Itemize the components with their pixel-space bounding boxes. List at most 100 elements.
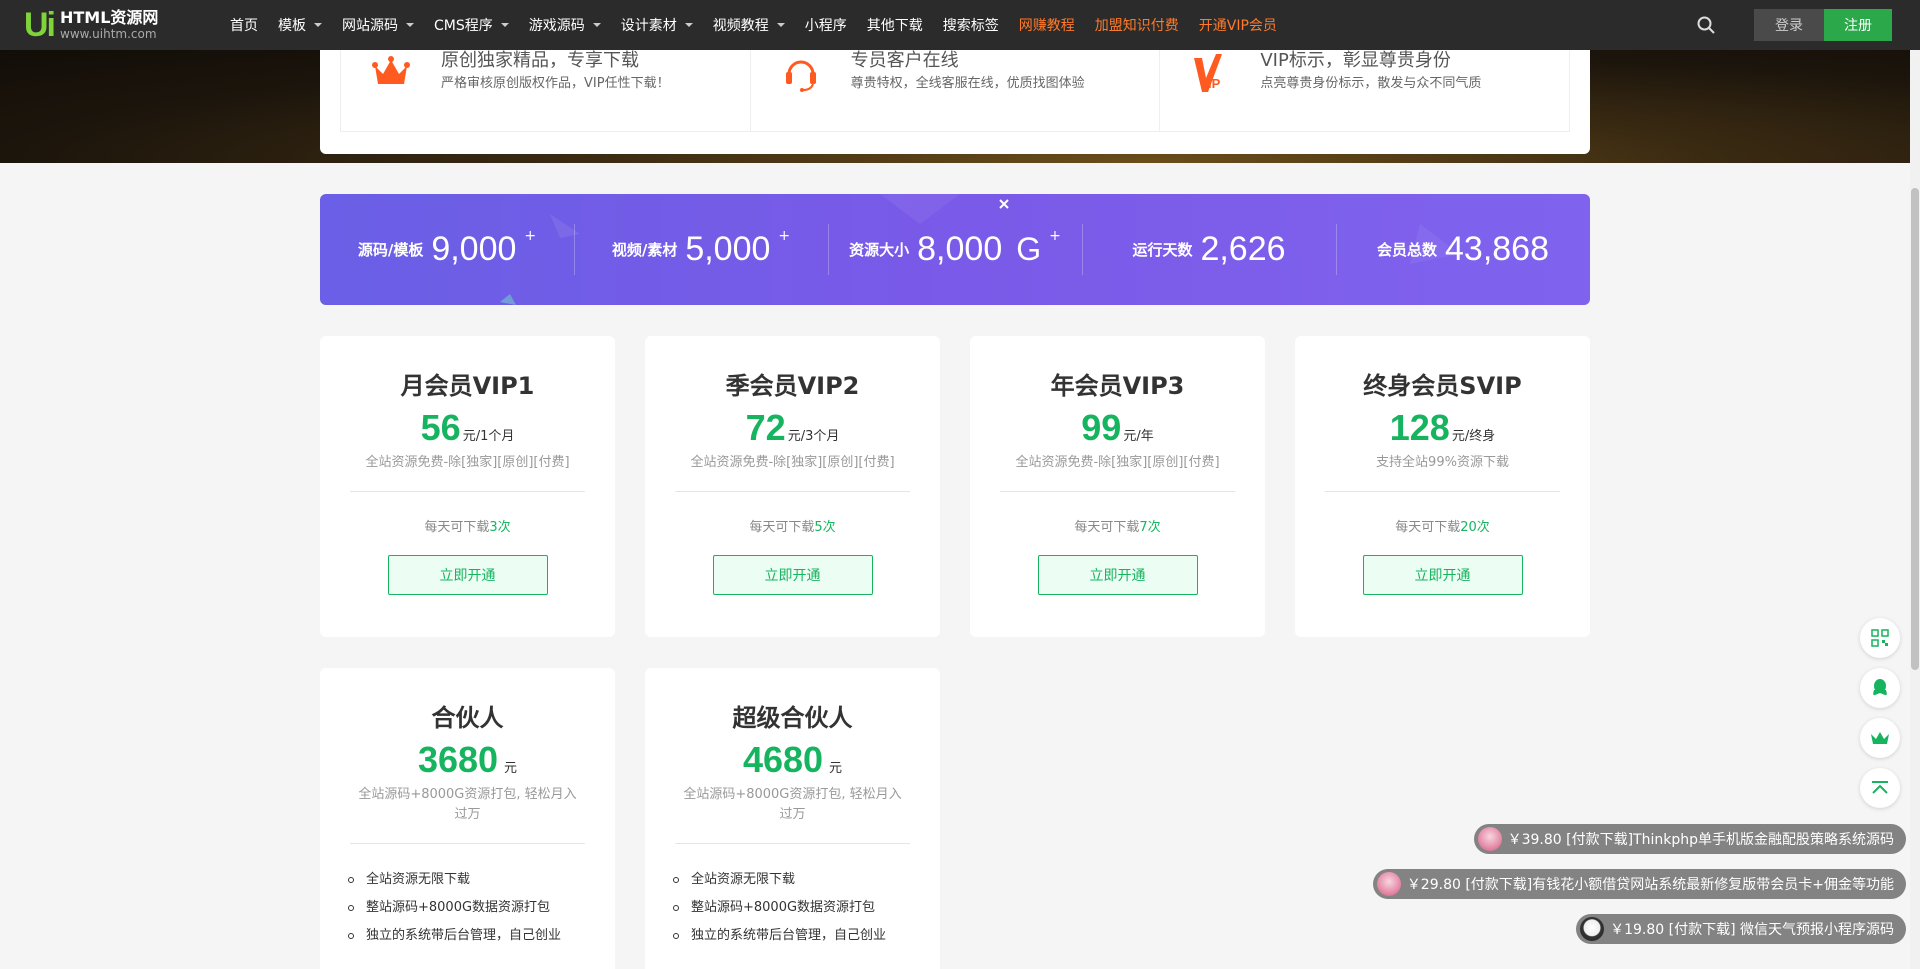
main-menu: 首页 模板 网站源码 CMS程序 游戏源码 设计素材 视频教程 小程序 其他下载 搜索标签 网赚教程… (230, 0, 1297, 50)
nav-item[interactable]: 模板 (278, 15, 322, 35)
user-avatar (1580, 917, 1605, 941)
nav-item[interactable]: 首页 (230, 15, 258, 35)
qrcode-icon (1871, 629, 1889, 647)
nav-item[interactable]: 设计素材 (621, 15, 693, 35)
daily-count: 7次 (1139, 520, 1161, 535)
plan-daily-limit: 每天可下载3次 (320, 516, 615, 535)
activate-button[interactable]: 立即开通 (1362, 555, 1523, 595)
stat-unit: G (1016, 231, 1042, 267)
plan-feature: 全站资源无限下载 (673, 866, 940, 894)
divider (675, 491, 910, 492)
nav-item[interactable]: 视频教程 (713, 15, 785, 35)
logo-mark: Ui (24, 6, 56, 44)
purchase-notification[interactable]: ￥19.80 [付款下载] 微信天气预报小程序源码 (1576, 914, 1906, 944)
nav-item[interactable]: 网赚教程 (1019, 15, 1075, 35)
chevron-down-icon (314, 23, 322, 27)
activate-button[interactable]: 立即开通 (1037, 555, 1198, 595)
daily-count: 5次 (814, 520, 836, 535)
stat-plus: + (524, 227, 537, 244)
plan-price: 128 元/终身 (1295, 407, 1590, 449)
nav-item[interactable]: 其他下载 (867, 15, 923, 35)
plan-feature-list: 全站资源无限下载 整站源码+8000G数据资源打包 独立的系统带后台管理，自己创业 (645, 866, 940, 950)
plan-price: 72 元/3个月 (645, 407, 940, 449)
plan-title: 超级合伙人 (732, 704, 853, 732)
notification-text: ￥19.80 [付款下载] 微信天气预报小程序源码 (1610, 922, 1894, 938)
activate-button[interactable]: 立即开通 (712, 555, 873, 595)
divider (350, 843, 585, 844)
feature-desc: 尊贵特权，全线客服在线，优质找图体验 (850, 76, 1085, 91)
plan-feature: 独立的系统带后台管理，自己创业 (348, 922, 615, 950)
register-button[interactable]: 注册 (1824, 9, 1892, 41)
activate-button[interactable]: 立即开通 (387, 555, 548, 595)
daily-count: 20次 (1460, 520, 1490, 535)
bullet-icon (673, 877, 679, 883)
search-icon[interactable] (1696, 15, 1716, 35)
user-avatar (1477, 827, 1502, 851)
nav-item[interactable]: 加盟知识付费 (1095, 15, 1179, 35)
plan-unit: 元/终身 (1451, 429, 1496, 444)
back-to-top-button[interactable] (1860, 768, 1900, 808)
nav-item-label: 网站源码 (342, 18, 398, 34)
nav-item-label: 小程序 (804, 18, 847, 34)
plan-feature: 全站资源无限下载 (348, 866, 615, 894)
plan-title: 合伙人 (431, 704, 504, 732)
vip-plan-card: 季会员VIP2 72 元/3个月 全站资源免费-除[独家][原创][付费] 每天可下载5… (645, 336, 940, 637)
page-scrollbar[interactable] (1910, 50, 1920, 969)
nav-item-label: 模板 (278, 18, 306, 34)
plan-title: 月会员VIP1 (400, 372, 535, 400)
plan-unit: 元/1个月 (462, 429, 515, 444)
plan-title: 终身会员SVIP (1363, 372, 1522, 400)
bullet-icon (348, 933, 354, 939)
vip-icon: IP (1194, 54, 1223, 92)
user-avatar (1376, 872, 1401, 896)
nav-item[interactable]: 开通VIP会员 (1199, 15, 1277, 35)
stat-label: 源码/模板 (357, 241, 424, 259)
nav-item-label: 视频教程 (712, 18, 769, 34)
vip-button[interactable] (1860, 718, 1900, 758)
plan-desc: 全站源码+8000G资源打包, 轻松月入过万 (683, 787, 902, 822)
qq-button[interactable] (1860, 668, 1900, 708)
nav-item-label: 游戏源码 (528, 18, 585, 34)
notification-text: ￥29.80 [付款下载]有钱花小额借贷网站系统最新修复版带会员卡+佣金等功能 (1406, 877, 1894, 893)
login-button[interactable]: 登录 (1754, 9, 1824, 41)
site-logo[interactable]: Ui HTML资源网 www.uihtm.com (24, 8, 204, 42)
nav-item-label: 首页 (230, 18, 258, 34)
headset-icon (785, 60, 816, 92)
plan-amount: 99 (1081, 407, 1122, 448)
nav-item[interactable]: 搜索标签 (943, 15, 999, 35)
nav-item-label: 加盟知识付费 (1094, 18, 1179, 34)
top-navbar: Ui HTML资源网 www.uihtm.com 首页 模板 网站源码 CMS程序 游戏… (0, 0, 1920, 50)
feature-desc: 严格审核原创版权作品，VIP任性下载！ (441, 76, 670, 91)
purchase-notification[interactable]: ￥39.80 [付款下载]Thinkphp单手机版金融配股策略系统源码 (1473, 824, 1906, 854)
purchase-notification[interactable]: ￥29.80 [付款下载]有钱花小额借贷网站系统最新修复版带会员卡+佣金等功能 (1372, 869, 1906, 899)
stat-item: 视频/素材 5,000 + (574, 194, 828, 305)
feature-item: IP VIP标示，彰显尊贵身份 点亮尊贵身份标示，散发与众不同气质 (1160, 50, 1569, 131)
vip-plan-card: 终身会员SVIP 128 元/终身 支持全站99%资源下载 每天可下载20次 立即开通 (1295, 336, 1590, 637)
plan-title: 季会员VIP2 (725, 372, 860, 400)
plan-daily-limit: 每天可下载7次 (970, 516, 1265, 535)
stat-item: 资源大小 8,000 G + (828, 194, 1082, 305)
vip-plan-card: 年会员VIP3 99 元/年 全站资源免费-除[独家][原创][付费] 每天可下载7次立… (970, 336, 1265, 637)
qrcode-button[interactable] (1860, 618, 1900, 658)
stat-item: 运行天数 2,626 (1082, 194, 1336, 305)
nav-item-label: 开通VIP会员 (1198, 18, 1277, 34)
plan-daily-limit: 每天可下载20次 (1295, 516, 1590, 535)
nav-item[interactable]: 网站源码 (342, 15, 414, 35)
logo-name: HTML资源网 (60, 8, 159, 27)
divider (675, 843, 910, 844)
plan-unit: 元/年 (1123, 429, 1154, 444)
stat-value: 8,000 (917, 230, 1003, 268)
scrollbar-thumb[interactable] (1911, 188, 1919, 670)
nav-item[interactable]: 小程序 (805, 15, 847, 35)
nav-item[interactable]: 游戏源码 (529, 15, 601, 35)
bullet-icon (348, 877, 354, 883)
stat-item: 会员总数 43,868 (1336, 194, 1590, 305)
stat-label: 会员总数 (1376, 241, 1437, 259)
partner-plan-card: 超级合伙人 4680 元全站源码+8000G资源打包, 轻松月入过万 全站资源无限下载… (645, 668, 940, 969)
svg-text:IP: IP (1208, 76, 1221, 91)
plan-desc: 全站源码+8000G资源打包, 轻松月入过万 (358, 787, 577, 822)
nav-item[interactable]: CMS程序 (434, 15, 509, 35)
stat-value: 5,000 (685, 230, 771, 268)
plan-amount: 128 (1389, 407, 1450, 448)
nav-item-label: 其他下载 (866, 18, 923, 34)
